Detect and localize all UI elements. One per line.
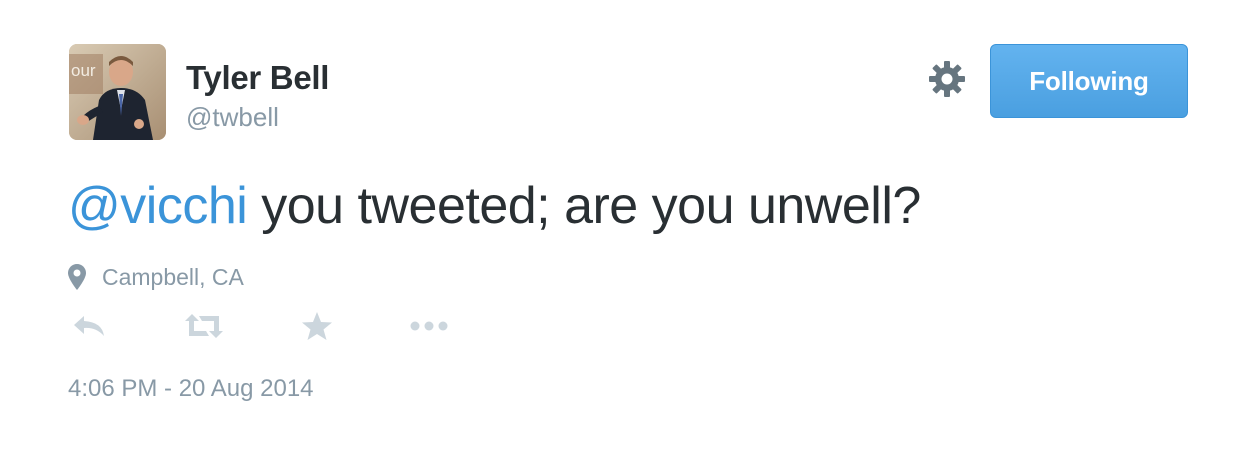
- display-name[interactable]: Tyler Bell: [186, 60, 329, 96]
- tweet-body: you tweeted; are you unwell?: [247, 177, 921, 235]
- location-label[interactable]: Campbell, CA: [102, 264, 244, 291]
- user-handle[interactable]: @twbell: [186, 102, 279, 132]
- retweet-icon[interactable]: [184, 308, 224, 344]
- tweet-text: @vicchi you tweeted; are you unwell?: [68, 176, 921, 236]
- avatar-photo: our: [69, 44, 166, 140]
- map-pin-icon: [68, 264, 86, 290]
- gear-icon[interactable]: [928, 60, 966, 98]
- more-icon[interactable]: [410, 308, 450, 344]
- tweet-timestamp[interactable]: 4:06 PM - 20 Aug 2014: [68, 374, 314, 404]
- reply-icon[interactable]: [72, 308, 106, 344]
- avatar[interactable]: our: [69, 44, 166, 140]
- tweet-card: our Tyler Bell @twbell Following @vicchi…: [0, 0, 1256, 460]
- following-button[interactable]: Following: [990, 44, 1188, 118]
- mention-link[interactable]: @vicchi: [68, 177, 248, 235]
- star-icon[interactable]: [301, 308, 333, 344]
- avatar-backdrop-text: our: [71, 61, 96, 80]
- tweet-location: Campbell, CA: [68, 262, 244, 292]
